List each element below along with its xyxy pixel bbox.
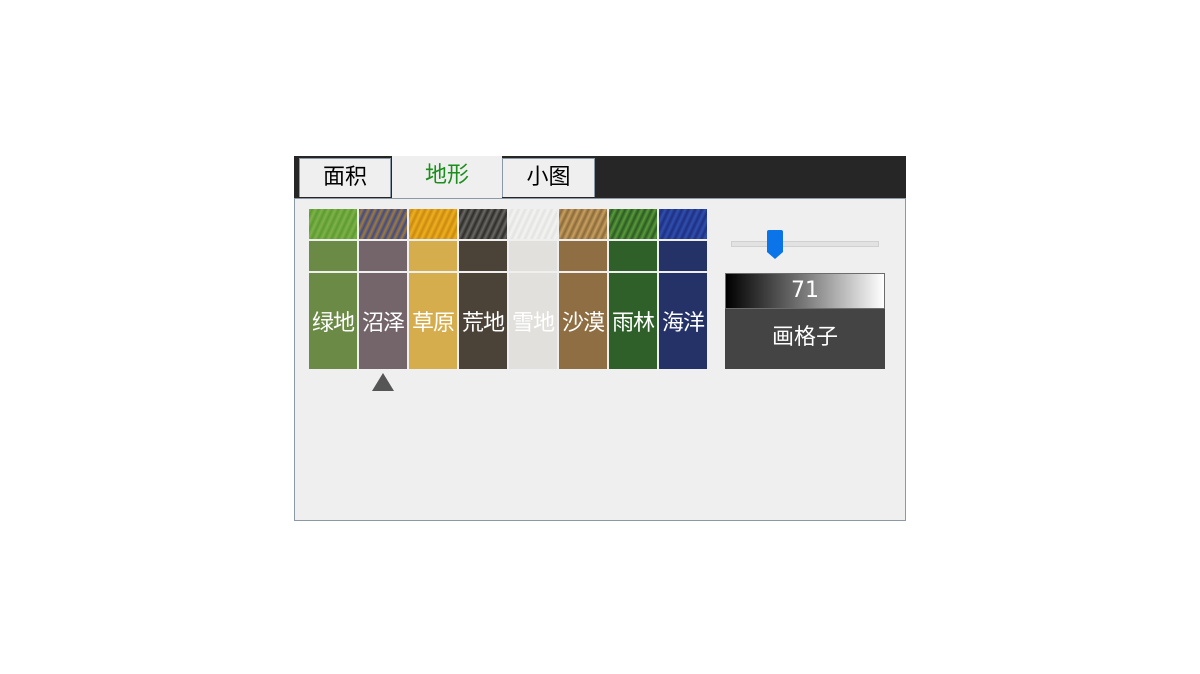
terrain-label-cell[interactable] <box>559 273 607 369</box>
terrain-option[interactable] <box>459 209 507 369</box>
terrain-texture-swatch[interactable] <box>659 209 707 239</box>
terrain-color-swatch[interactable] <box>659 241 707 271</box>
terrain-texture-swatch[interactable] <box>309 209 357 239</box>
terrain-color-swatch[interactable] <box>509 241 557 271</box>
value-display: 71 <box>725 273 885 309</box>
terrain-color-swatch[interactable] <box>459 241 507 271</box>
terrain-label-cell[interactable] <box>509 273 557 369</box>
brush-size-slider-track[interactable] <box>731 241 879 247</box>
terrain-option[interactable] <box>609 209 657 369</box>
tab-area[interactable]: 面积 <box>299 158 391 197</box>
terrain-texture-swatch[interactable] <box>459 209 507 239</box>
tab-minimap[interactable]: 小图 <box>502 158 595 197</box>
tab-bar: 面积 地形 小图 <box>294 156 906 199</box>
terrain-color-swatch[interactable] <box>609 241 657 271</box>
brush-size-slider-thumb[interactable] <box>766 230 784 260</box>
terrain-editor-window: 面积 地形 小图 71 画格子 绿地 沼泽 草原 荒地 雪地 沙漠 雨林 海洋 <box>294 156 906 521</box>
terrain-texture-swatch[interactable] <box>359 209 407 239</box>
terrain-panel: 71 画格子 绿地 沼泽 草原 荒地 雪地 沙漠 雨林 海洋 <box>294 198 906 521</box>
terrain-texture-swatch[interactable] <box>409 209 457 239</box>
terrain-label-cell[interactable] <box>659 273 707 369</box>
selected-terrain-marker-icon <box>372 373 394 391</box>
slider-thumb-icon <box>767 230 784 259</box>
terrain-texture-swatch[interactable] <box>609 209 657 239</box>
terrain-label-cell[interactable] <box>409 273 457 369</box>
terrain-color-swatch[interactable] <box>409 241 457 271</box>
terrain-label-cell[interactable] <box>459 273 507 369</box>
tab-terrain[interactable]: 地形 <box>392 156 502 199</box>
terrain-option[interactable] <box>659 209 707 369</box>
terrain-label-cell[interactable] <box>359 273 407 369</box>
terrain-option[interactable] <box>359 209 407 369</box>
terrain-option[interactable] <box>559 209 607 369</box>
terrain-color-swatch[interactable] <box>559 241 607 271</box>
terrain-label-cell[interactable] <box>609 273 657 369</box>
terrain-color-swatch[interactable] <box>309 241 357 271</box>
terrain-texture-swatch[interactable] <box>509 209 557 239</box>
terrain-color-swatch[interactable] <box>359 241 407 271</box>
terrain-option[interactable] <box>509 209 557 369</box>
terrain-texture-swatch[interactable] <box>559 209 607 239</box>
terrain-option[interactable] <box>309 209 357 369</box>
terrain-label-cell[interactable] <box>309 273 357 369</box>
terrain-option[interactable] <box>409 209 457 369</box>
draw-grid-button[interactable]: 画格子 <box>725 309 885 369</box>
